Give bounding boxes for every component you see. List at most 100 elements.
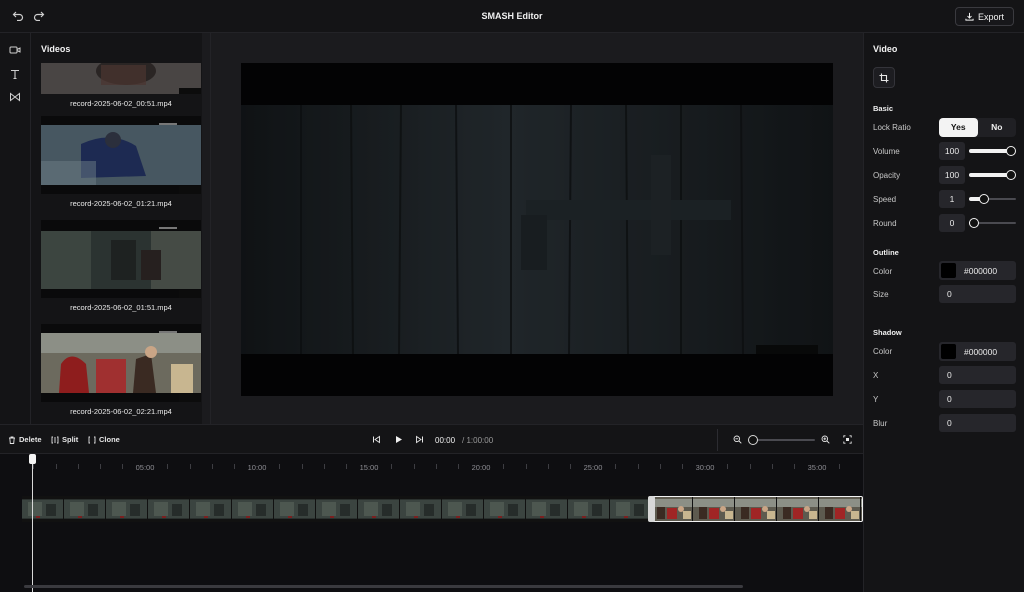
timeline-clip-selected[interactable] — [650, 496, 863, 522]
outline-heading: Outline — [873, 248, 899, 257]
round-slider-knob[interactable] — [969, 218, 979, 228]
opacity-slider[interactable] — [969, 170, 1016, 180]
top-bar: SMASH Editor Export — [0, 0, 1024, 33]
opacity-input[interactable]: 100 — [939, 166, 965, 184]
shadow-heading: Shadow — [873, 328, 902, 337]
skip-back-icon[interactable] — [372, 435, 381, 444]
volume-label: Volume — [873, 147, 900, 156]
clone-label: Clone — [99, 435, 120, 444]
speed-slider[interactable] — [969, 194, 1016, 204]
trash-icon — [9, 436, 15, 444]
play-icon[interactable] — [394, 435, 403, 444]
shadow-blur-input[interactable]: 0 — [939, 414, 1016, 432]
export-button[interactable]: Export — [955, 7, 1014, 26]
shadow-y-label: Y — [873, 395, 879, 404]
ruler-label: 10:00 — [247, 463, 267, 472]
video-item[interactable]: record-2025-06-02_01:21.mp4 — [41, 116, 201, 208]
outline-color-swatch[interactable] — [941, 263, 956, 278]
delete-label: Delete — [19, 435, 42, 444]
video-filename: record-2025-06-02_01:21.mp4 — [70, 199, 172, 208]
video-thumbnail — [41, 63, 201, 94]
time-ruler[interactable]: 05:00 10:00 15:00 20:00 25:00 30:00 35:0… — [0, 454, 863, 476]
delete-button[interactable]: Delete — [8, 435, 42, 444]
transition-icon[interactable] — [9, 91, 21, 103]
volume-input[interactable]: 100 — [939, 142, 965, 160]
clip-trim-handle[interactable] — [648, 496, 655, 522]
shadow-color-swatch[interactable] — [941, 344, 956, 359]
fit-screen-icon[interactable] — [843, 435, 852, 444]
playhead-handle[interactable] — [29, 454, 36, 464]
skip-forward-icon[interactable] — [415, 435, 424, 444]
zoom-slider-knob[interactable] — [748, 435, 758, 445]
video-icon[interactable] — [9, 44, 21, 56]
video-thumbnail — [41, 324, 201, 402]
outline-size-label: Size — [873, 290, 889, 299]
export-label: Export — [977, 11, 1004, 22]
properties-title: Video — [873, 44, 898, 54]
timeline-scrollbar[interactable] — [24, 585, 743, 588]
zoom-out-icon[interactable] — [733, 435, 742, 444]
zoom-slider[interactable] — [748, 439, 815, 441]
text-icon[interactable] — [9, 68, 21, 80]
video-preview[interactable] — [241, 63, 833, 396]
properties-panel: Video Basic Lock Ratio Yes No Volume 100… — [863, 33, 1024, 592]
zoom-in-icon[interactable] — [821, 435, 830, 444]
lock-ratio-label: Lock Ratio — [873, 123, 911, 132]
lock-ratio-yes[interactable]: Yes — [939, 118, 978, 137]
round-slider[interactable] — [969, 218, 1016, 228]
timeline[interactable]: 05:00 10:00 15:00 20:00 25:00 30:00 35:0… — [0, 454, 863, 592]
download-icon — [965, 12, 974, 21]
volume-slider[interactable] — [969, 146, 1016, 156]
video-thumbnail — [41, 116, 201, 194]
shadow-color-label: Color — [873, 347, 893, 356]
preview-area — [211, 33, 863, 424]
timeline-toolbar: Delete Split Clone 00:00 / 1:00:00 — [0, 424, 863, 454]
current-time: 00:00 — [435, 436, 456, 445]
shadow-color-value: #000000 — [964, 346, 998, 357]
video-filename: record-2025-06-02_02:21.mp4 — [70, 407, 172, 416]
crop-button[interactable] — [873, 67, 895, 88]
ruler-label: 15:00 — [359, 463, 379, 472]
redo-icon[interactable] — [32, 9, 46, 23]
clone-icon — [88, 436, 96, 443]
shadow-color-field[interactable]: #000000 — [939, 342, 1016, 361]
videos-title: Videos — [41, 44, 71, 54]
split-button[interactable]: Split — [51, 435, 78, 444]
outline-color-value: #000000 — [964, 265, 998, 276]
opacity-slider-knob[interactable] — [1006, 170, 1016, 180]
app-title: SMASH Editor — [481, 11, 543, 21]
video-item[interactable]: record-2025-06-02_01:51.mp4 — [41, 220, 201, 312]
video-filename: record-2025-06-02_01:51.mp4 — [70, 303, 172, 312]
tool-rail — [0, 33, 31, 424]
round-input[interactable]: 0 — [939, 214, 965, 232]
ruler-label: 20:00 — [471, 463, 491, 472]
preview-frame — [241, 105, 833, 354]
playhead[interactable] — [32, 454, 33, 592]
speed-slider-knob[interactable] — [979, 194, 989, 204]
toolbar-divider — [717, 429, 718, 451]
outline-color-field[interactable]: #000000 — [939, 261, 1016, 280]
video-item[interactable]: record-2025-06-02_02:21.mp4 — [41, 324, 201, 416]
videos-scrollbar[interactable] — [202, 33, 210, 424]
timeline-clip[interactable] — [22, 496, 650, 522]
undo-icon[interactable] — [11, 9, 25, 23]
split-icon — [51, 436, 59, 443]
volume-slider-knob[interactable] — [1006, 146, 1016, 156]
clip-filmstrip — [651, 497, 862, 521]
shadow-x-input[interactable]: 0 — [939, 366, 1016, 384]
clip-filmstrip — [22, 496, 650, 522]
outline-size-input[interactable]: 0 — [939, 285, 1016, 303]
video-item[interactable]: record-2025-06-02_00:51.mp4 — [41, 63, 201, 108]
round-label: Round — [873, 219, 897, 228]
ruler-label: 25:00 — [583, 463, 603, 472]
ruler-label: 35:00 — [807, 463, 827, 472]
clone-button[interactable]: Clone — [88, 435, 120, 444]
speed-input[interactable]: 1 — [939, 190, 965, 208]
video-filename: record-2025-06-02_00:51.mp4 — [70, 99, 172, 108]
ruler-label: 30:00 — [695, 463, 715, 472]
lock-ratio-no[interactable]: No — [978, 118, 1017, 137]
video-thumbnail — [41, 220, 201, 298]
shadow-y-input[interactable]: 0 — [939, 390, 1016, 408]
speed-label: Speed — [873, 195, 897, 204]
videos-panel: Videos record-2025-06-02_00:51.mp4 recor… — [31, 33, 211, 424]
